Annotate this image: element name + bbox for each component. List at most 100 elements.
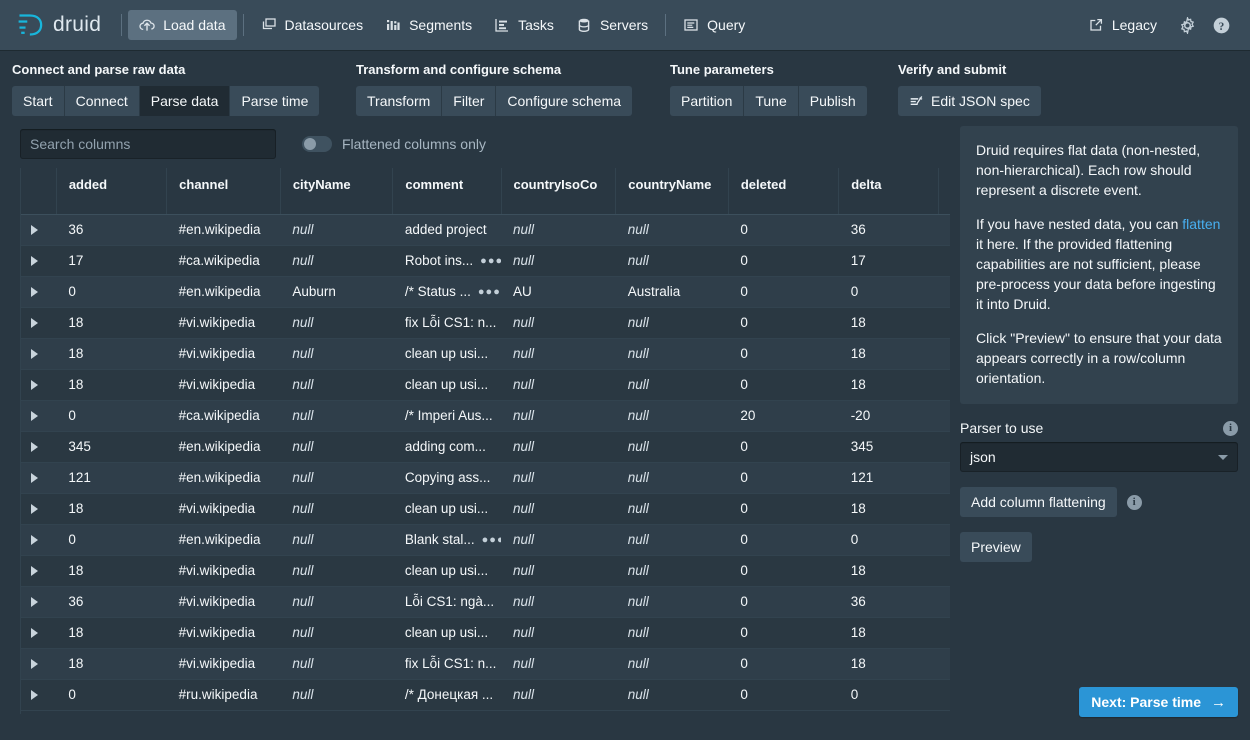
table-row[interactable]: 18 #vi.wikipedia null fix Lỗi CS1: n... null… <box>21 648 950 680</box>
table-row[interactable]: 0#en.wikipedianullBlank stal...●●●nullnu… <box>21 524 950 556</box>
triangle-right-icon <box>31 658 38 669</box>
row-expander-button[interactable] <box>21 338 57 370</box>
cell-deleted: 0 <box>728 307 839 339</box>
overflow-dots-icon[interactable]: ●●● <box>478 286 501 298</box>
triangle-right-icon <box>31 596 38 607</box>
step-button-edit-json-spec[interactable]: Edit JSON spec <box>898 86 1041 116</box>
cell-isanonymous: false <box>938 462 950 494</box>
table-row[interactable]: 36 #en.wikipedia null added project null null… <box>21 214 950 246</box>
step-button-partition[interactable]: Partition <box>670 86 745 116</box>
help-button[interactable]: ? <box>1206 10 1236 40</box>
table-row[interactable]: 17 #ca.wikipedia null Robot ins... ●●● null nu… <box>21 245 950 277</box>
cell-delta: 18 <box>838 617 938 649</box>
cell-countryname: null <box>615 307 729 339</box>
database-icon <box>578 18 590 33</box>
cell-cityname: null <box>280 493 393 525</box>
nav-item-tasks[interactable]: Tasks <box>483 10 565 40</box>
table-row[interactable]: 18 #vi.wikipedia null clean up usi... null nu… <box>21 617 950 649</box>
step-button-parse-data[interactable]: Parse data <box>139 86 231 116</box>
step-button-start[interactable]: Start <box>12 86 65 116</box>
column-header-deleted[interactable]: deleted <box>728 168 840 215</box>
step-button-tune[interactable]: Tune <box>744 86 799 116</box>
search-columns-input[interactable] <box>20 129 276 159</box>
cell-delta: 36 <box>838 586 938 618</box>
cell-isanonymous: false <box>938 307 950 339</box>
step-group-title: Transform and configure schema <box>356 62 562 77</box>
table-row[interactable]: 36 #vi.wikipedia null Lỗi CS1: ngà... null nu… <box>21 586 950 618</box>
preview-button[interactable]: Preview <box>960 532 1032 562</box>
table-row[interactable]: 0 #en.wikipedia Auburn/* Status ... ●●● AU Au… <box>21 276 950 308</box>
column-header-countryisocode[interactable]: countryIsoCo <box>501 168 617 215</box>
row-expander-button[interactable] <box>21 431 57 463</box>
column-header-added[interactable]: added <box>56 168 168 215</box>
overflow-dots-icon[interactable]: ●●● <box>482 534 501 546</box>
row-expander-button[interactable] <box>21 214 57 246</box>
parser-select[interactable]: json <box>960 442 1238 472</box>
cell-added: 0 <box>56 400 167 432</box>
nav-item-datasources[interactable]: Datasources <box>250 10 375 40</box>
column-header-cityname[interactable]: cityName <box>280 168 394 215</box>
row-expander-button[interactable] <box>21 462 57 494</box>
step-button-parse-time[interactable]: Parse time <box>230 86 320 116</box>
row-expander-button[interactable] <box>21 493 57 525</box>
row-expander-button[interactable] <box>21 369 57 401</box>
nav-item-segments[interactable]: Segments <box>374 10 483 40</box>
table-row[interactable]: 18 #vi.wikipedia null clean up usi... null nu… <box>21 369 950 401</box>
row-expander-button[interactable] <box>21 648 57 680</box>
cell-comment: clean up usi... <box>392 617 502 649</box>
row-expander-button[interactable] <box>21 617 57 649</box>
row-expander-button[interactable] <box>21 586 57 618</box>
cell-comment: /* Донецкая ... <box>392 679 502 711</box>
step-button-filter[interactable]: Filter <box>442 86 497 116</box>
parse-data-table-container[interactable]: added channel cityName comment countryIs… <box>20 168 950 714</box>
row-expander-button[interactable] <box>21 555 57 587</box>
table-row[interactable]: 18 #vi.wikipedia null clean up usi... null nu… <box>21 555 950 587</box>
add-column-flattening-button[interactable]: Add column flattening <box>960 487 1117 517</box>
row-expander-button[interactable] <box>21 679 57 711</box>
cell-cityname: null <box>280 648 393 680</box>
settings-button[interactable] <box>1172 10 1202 40</box>
left-pane: Flattened columns only added channel cit… <box>12 116 950 729</box>
info-icon-flattening[interactable]: i <box>1126 494 1142 510</box>
row-expander-button[interactable] <box>21 276 57 308</box>
step-button-publish[interactable]: Publish <box>798 86 867 116</box>
next-parse-time-button[interactable]: Next: Parse time → <box>1079 687 1238 717</box>
overflow-dots-icon[interactable]: ●●● <box>480 255 501 267</box>
flattened-columns-toggle[interactable]: Flattened columns only <box>302 136 486 152</box>
legacy-button[interactable]: Legacy <box>1077 10 1168 40</box>
cell-delta: 0 <box>838 679 938 711</box>
row-expander-button[interactable] <box>21 245 57 277</box>
table-row[interactable]: 18 #vi.wikipedia null clean up usi... null nu… <box>21 338 950 370</box>
cell-countryisocode: null <box>501 214 616 246</box>
table-row[interactable]: 0 #ru.wikipedia null/* Донецкая ... null nul… <box>21 679 950 711</box>
column-header-delta[interactable]: delta <box>838 168 939 215</box>
table-row[interactable]: 18 #vi.wikipedia null fix Lỗi CS1: n... null… <box>21 307 950 339</box>
row-expander-button[interactable] <box>21 400 57 432</box>
column-header-isanonymous[interactable]: isAnonymous <box>938 168 950 215</box>
row-expander-button[interactable] <box>21 524 57 556</box>
toggle-knob <box>304 138 316 150</box>
step-button-transform[interactable]: Transform <box>356 86 443 116</box>
cell-isanonymous: false <box>938 338 950 370</box>
cell-channel: #vi.wikipedia <box>166 586 281 618</box>
cell-countryname: null <box>615 648 729 680</box>
table-row[interactable]: 121 #en.wikipedia null Copying ass... null nu… <box>21 462 950 494</box>
row-expander-button[interactable] <box>21 307 57 339</box>
nav-item-load-data[interactable]: Load data <box>128 10 237 40</box>
column-header-countryname[interactable]: countryName <box>615 168 729 215</box>
flatten-link[interactable]: flatten <box>1182 216 1220 232</box>
nav-item-servers[interactable]: Servers <box>565 10 659 40</box>
info-icon-parser[interactable]: i <box>1223 420 1238 436</box>
column-header-channel[interactable]: channel <box>166 168 281 215</box>
table-row[interactable]: 0 #ca.wikipedia null/* Imperi Aus... null nu… <box>21 400 950 432</box>
column-header-comment[interactable]: comment <box>392 168 502 215</box>
brand: druid <box>14 12 115 38</box>
step-button-connect[interactable]: Connect <box>64 86 140 116</box>
step-button-configure-schema[interactable]: Configure schema <box>496 86 633 116</box>
cloud-upload-icon <box>139 19 155 31</box>
parser-select-value: json <box>970 449 996 465</box>
nav-item-query[interactable]: Query <box>672 10 756 40</box>
cell-delta: 121 <box>838 462 938 494</box>
table-row[interactable]: 18 #vi.wikipedia null clean up usi... null nu… <box>21 493 950 525</box>
table-row[interactable]: 345 #en.wikipedia null adding com... null nul… <box>21 431 950 463</box>
